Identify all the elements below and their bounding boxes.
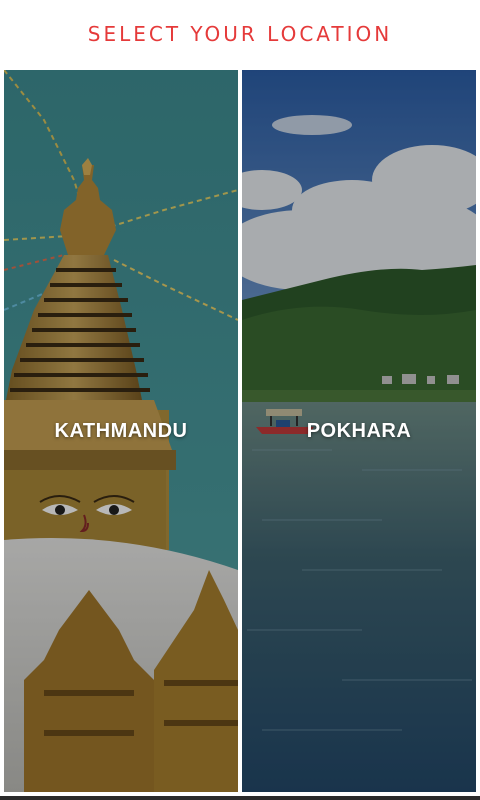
location-name: KATHMANDU	[54, 420, 188, 442]
header: SELECT YOUR LOCATION	[0, 0, 480, 68]
bottom-divider	[0, 796, 480, 800]
location-name: POKHARA	[306, 420, 412, 442]
page-title: SELECT YOUR LOCATION	[87, 22, 393, 46]
location-card-kathmandu[interactable]: KATHMANDU	[4, 70, 238, 792]
location-card-pokhara[interactable]: POKHARA	[242, 70, 476, 792]
